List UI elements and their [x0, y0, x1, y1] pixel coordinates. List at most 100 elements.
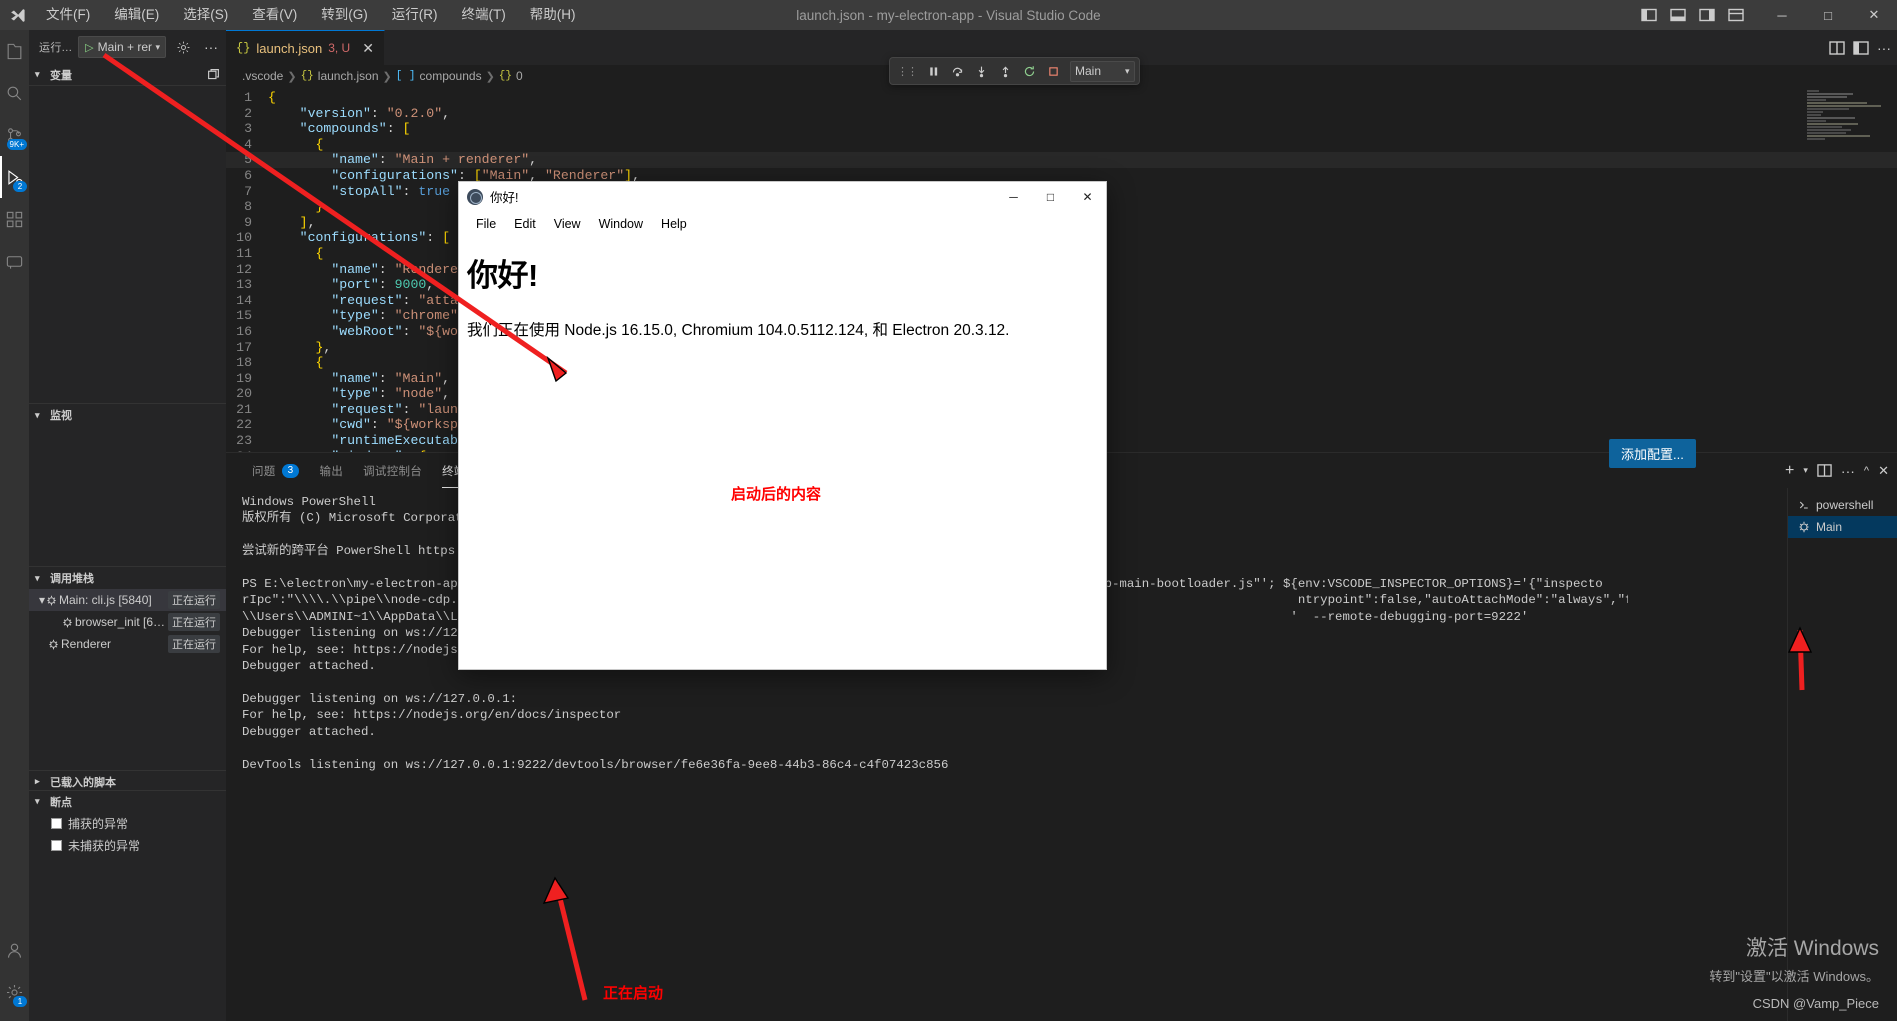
step-over-button[interactable] — [946, 60, 968, 82]
code-text: }, — [315, 339, 332, 355]
activitybar-item-source-control[interactable]: 9K+ — [0, 114, 29, 156]
activitybar-item-explorer[interactable] — [0, 30, 29, 72]
menu-selection[interactable]: 选择(S) — [171, 0, 240, 30]
electron-menu-help[interactable]: Help — [652, 213, 696, 235]
json-file-icon: {} — [236, 41, 251, 55]
drag-grip-icon[interactable]: ⋮⋮ — [894, 65, 920, 78]
breakpoint-uncaught-exceptions[interactable]: 未捕获的异常 — [29, 834, 226, 856]
settings-badge: 1 — [13, 996, 27, 1007]
electron-menu-file[interactable]: File — [467, 213, 505, 235]
panel-tab-debug-console[interactable]: 调试控制台 — [353, 453, 432, 488]
sidebar-title: 运行... — [39, 42, 73, 54]
sidebar-section-breakpoints-label: 断点 — [50, 796, 72, 809]
activitybar-item-remote-explorer[interactable] — [0, 240, 29, 282]
menu-edit[interactable]: 编辑(E) — [102, 0, 171, 30]
more-icon[interactable]: ··· — [1841, 463, 1855, 479]
sidebar-section-watch-label: 监视 — [50, 410, 72, 422]
close-panel-icon[interactable]: ✕ — [1878, 463, 1889, 479]
maximize-panel-icon[interactable]: ^ — [1864, 465, 1869, 477]
debug-session-icon — [59, 617, 75, 628]
menu-run[interactable]: 运行(R) — [380, 0, 450, 30]
sidebar-section-loaded-scripts[interactable]: ▸ 已载入的脚本 — [29, 770, 226, 792]
chevron-down-icon: ▾ — [35, 69, 40, 79]
sidebar-section-breakpoints[interactable]: ▾ 断点 — [29, 790, 226, 812]
checkbox-icon[interactable] — [51, 839, 62, 851]
new-terminal-icon[interactable]: + — [1785, 462, 1794, 480]
watch-pane-body — [29, 426, 226, 567]
terminal-tab-powershell[interactable]: powershell — [1788, 494, 1897, 516]
chevron-down-icon[interactable]: ▾ — [29, 593, 45, 607]
launch-config-selector[interactable]: ▷ Main + rer ▾ — [78, 36, 166, 58]
stop-button[interactable] — [1042, 60, 1064, 82]
step-into-button[interactable] — [970, 60, 992, 82]
debug-toolbar[interactable]: ⋮⋮ Main ▾ — [889, 57, 1140, 85]
breadcrumb-compounds[interactable]: compounds — [420, 69, 482, 83]
sidebar-section-callstack[interactable]: ▾ 调用堆栈 — [29, 567, 226, 589]
layout-icon[interactable] — [1853, 40, 1869, 56]
menu-terminal[interactable]: 终端(T) — [450, 0, 518, 30]
add-configuration-button[interactable]: 添加配置... — [1609, 439, 1696, 468]
tab-launch-json[interactable]: {} launch.json 3, U ✕ — [226, 30, 385, 65]
activitybar-item-accounts[interactable] — [0, 929, 29, 971]
sidebar-section-variables[interactable]: ▾ 变量 — [29, 64, 226, 86]
panel-tab-problems[interactable]: 问题 3 — [242, 453, 309, 488]
more-icon[interactable]: ··· — [1877, 40, 1891, 56]
electron-minimize-button[interactable]: ─ — [995, 182, 1032, 211]
close-icon[interactable]: ✕ — [362, 41, 374, 55]
electron-close-button[interactable]: ✕ — [1069, 182, 1106, 211]
step-out-button[interactable] — [994, 60, 1016, 82]
code-line: 4 { — [226, 137, 1897, 153]
play-icon[interactable]: ▷ — [81, 41, 97, 54]
pause-button[interactable] — [922, 60, 944, 82]
callstack-row-renderer[interactable]: Renderer 正在运行 — [29, 633, 226, 655]
electron-menu-view[interactable]: View — [545, 213, 590, 235]
close-button[interactable]: ✕ — [1851, 0, 1897, 30]
debug-session-selector[interactable]: Main ▾ — [1070, 60, 1135, 82]
breadcrumb-vscode[interactable]: .vscode — [242, 69, 283, 83]
terminal-tab-main[interactable]: Main — [1788, 516, 1897, 538]
menu-go[interactable]: 转到(G) — [309, 0, 380, 30]
callstack-row-browser-init[interactable]: browser_init [6193... 正在运行 — [29, 611, 226, 633]
terminal-dropdown-icon[interactable]: ▾ — [1803, 465, 1808, 476]
minimize-button[interactable]: ─ — [1759, 0, 1805, 30]
line-number: 15 — [236, 308, 252, 324]
activitybar-item-extensions[interactable] — [0, 198, 29, 240]
menu-file[interactable]: 文件(F) — [34, 0, 102, 30]
breadcrumb-index[interactable]: 0 — [516, 69, 523, 83]
electron-app-window[interactable]: 你好! ─ □ ✕ File Edit View Window Help 你好!… — [458, 181, 1107, 670]
panel-right-icon[interactable] — [1694, 0, 1720, 30]
source-control-badge: 9K+ — [6, 139, 27, 150]
panel-tab-output[interactable]: 输出 — [309, 453, 353, 488]
activitybar-item-run-and-debug[interactable]: 2 — [0, 156, 29, 198]
gear-icon[interactable] — [172, 36, 194, 58]
menu-help[interactable]: 帮助(H) — [518, 0, 588, 30]
panel-left-icon[interactable] — [1636, 0, 1662, 30]
panel-bottom-icon[interactable] — [1665, 0, 1691, 30]
electron-menu-edit[interactable]: Edit — [505, 213, 545, 235]
split-editor-icon[interactable] — [1829, 40, 1845, 56]
split-terminal-icon[interactable] — [1817, 463, 1832, 478]
menu-view[interactable]: 查看(V) — [240, 0, 309, 30]
electron-heading: 你好! — [467, 258, 538, 293]
line-number: 19 — [236, 370, 252, 386]
minimap[interactable] — [1807, 90, 1895, 162]
activitybar-item-search[interactable] — [0, 72, 29, 114]
chevron-down-icon[interactable]: ▾ — [155, 42, 163, 53]
activitybar-item-settings[interactable]: 1 — [0, 971, 29, 1013]
watermark-line2: 转到"设置"以激活 Windows。 — [1709, 969, 1879, 984]
collapse-all-icon[interactable] — [207, 68, 220, 81]
callstack-row-main[interactable]: ▾ Main: cli.js [5840] 正在运行 — [29, 589, 226, 611]
electron-menu-window[interactable]: Window — [590, 213, 652, 235]
checkbox-icon[interactable] — [51, 817, 62, 829]
restart-button[interactable] — [1018, 60, 1040, 82]
breadcrumb-launch-json[interactable]: launch.json — [318, 69, 379, 83]
sidebar-section-watch[interactable]: ▾ 监视 — [29, 404, 226, 426]
more-actions-icon[interactable]: ··· — [200, 36, 222, 58]
line-number: 16 — [236, 323, 252, 339]
maximize-button[interactable]: □ — [1805, 0, 1851, 30]
electron-maximize-button[interactable]: □ — [1032, 182, 1069, 211]
layout-customize-icon[interactable] — [1723, 0, 1749, 30]
breakpoint-caught-exceptions[interactable]: 捕获的异常 — [29, 812, 226, 834]
sidebar-header: 运行... ▷ Main + rer ▾ ··· — [29, 30, 226, 64]
